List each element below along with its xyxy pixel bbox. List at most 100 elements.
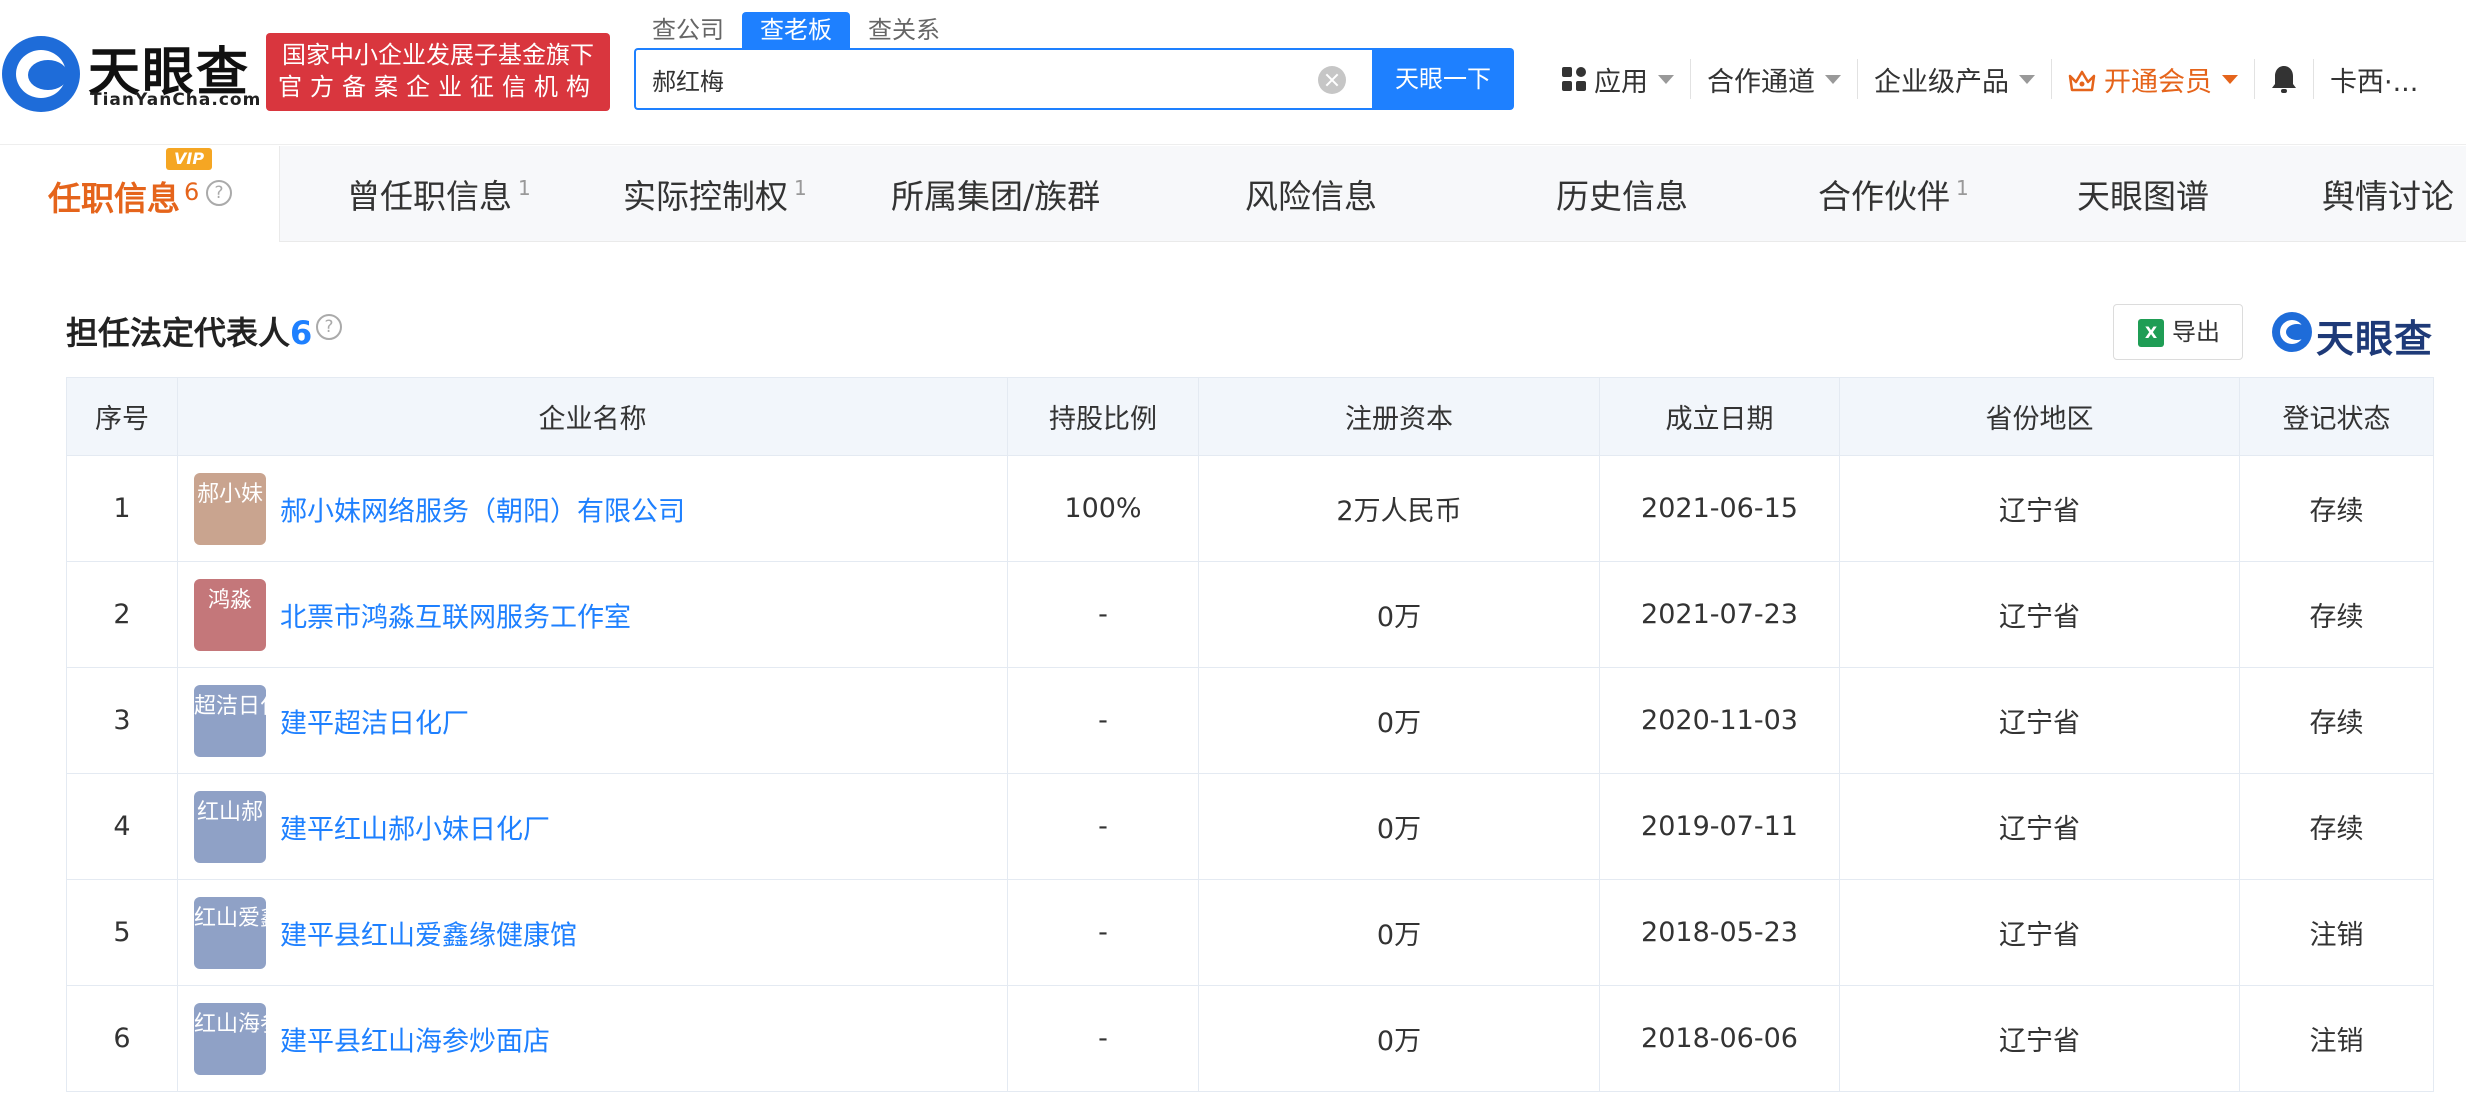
nav-user[interactable]: 卡西·... bbox=[2313, 59, 2434, 99]
share-ratio: - bbox=[1007, 667, 1199, 774]
tab-risk-info[interactable]: 风险信息 bbox=[1245, 170, 1377, 218]
col-header-company: 企业名称 bbox=[177, 377, 1008, 456]
company-logo-icon[interactable]: 超洁日化 bbox=[194, 684, 266, 757]
company-name-link[interactable]: 建平红山郝小妹日化厂 bbox=[280, 814, 550, 845]
company-name-link[interactable]: 建平县红山爱鑫缘健康馆 bbox=[280, 920, 577, 951]
tab-public-opinion[interactable]: 舆情讨论 bbox=[2322, 170, 2454, 218]
establish-date: 2021-06-15 bbox=[1599, 455, 1840, 562]
brand-mini-text: 天眼查 bbox=[2316, 317, 2434, 361]
table-row: 6红山海参建平县红山海参炒面店-0万2018-06-06辽宁省注销 bbox=[66, 985, 2434, 1092]
registered-capital: 0万 bbox=[1198, 879, 1600, 986]
search-button[interactable]: 天眼一下 bbox=[1372, 48, 1514, 110]
row-number: 3 bbox=[66, 667, 178, 774]
company-logo-icon[interactable]: 郝小妹 bbox=[194, 472, 266, 545]
registration-status: 注销 bbox=[2239, 985, 2434, 1092]
tab-label: 天眼图谱 bbox=[2077, 177, 2209, 216]
table-row: 2 鸿淼北票市鸿淼互联网服务工作室 -0万 2021-07-23 辽宁省 存续 bbox=[66, 561, 2434, 668]
registered-capital: 0万 bbox=[1198, 667, 1600, 774]
share-ratio: - bbox=[1007, 561, 1199, 668]
government-badge: 国家中小企业发展子基金旗下 官方备案企业征信机构 bbox=[266, 33, 610, 111]
tianyancha-eye-icon bbox=[2272, 312, 2312, 352]
province-region: 辽宁省 bbox=[1839, 879, 2240, 986]
province-region: 辽宁省 bbox=[1839, 455, 2240, 562]
tianyancha-eye-icon bbox=[2, 36, 80, 112]
registration-status: 存续 bbox=[2239, 561, 2434, 668]
nav-cooperation[interactable]: 合作通道 bbox=[1690, 59, 1857, 99]
nav-apps[interactable]: 应用 bbox=[1546, 59, 1690, 99]
nav-enterprise-label: 企业级产品 bbox=[1874, 66, 2009, 98]
tab-history-info[interactable]: 历史信息 bbox=[1556, 170, 1688, 218]
establish-date: 2018-05-23 bbox=[1599, 879, 1840, 986]
nav-cooperation-label: 合作通道 bbox=[1707, 66, 1815, 98]
col-header-capital: 注册资本 bbox=[1198, 377, 1600, 456]
help-icon[interactable]: ? bbox=[316, 314, 342, 340]
section-title-text: 担任法定代表人 bbox=[66, 314, 291, 352]
company-logo-icon[interactable]: 鸿淼 bbox=[194, 578, 266, 651]
col-header-no: 序号 bbox=[66, 377, 178, 456]
tab-count: 1 bbox=[518, 176, 531, 200]
company-logo-icon[interactable]: 红山海参 bbox=[194, 1002, 266, 1075]
nav-enterprise-products[interactable]: 企业级产品 bbox=[1857, 59, 2051, 99]
company-logo-icon[interactable]: 红山爱鑫 bbox=[194, 896, 266, 969]
registered-capital: 0万 bbox=[1198, 985, 1600, 1092]
tab-count: 1 bbox=[1956, 176, 1969, 200]
export-label: 导出 bbox=[2172, 318, 2220, 346]
company-name-link[interactable]: 郝小妹网络服务（朝阳）有限公司 bbox=[280, 496, 685, 527]
company-cell: 鸿淼北票市鸿淼互联网服务工作室 bbox=[177, 561, 1008, 668]
tab-graph[interactable]: 天眼图谱 bbox=[2077, 170, 2209, 218]
company-cell: 超洁日化建平超洁日化厂 bbox=[177, 667, 1008, 774]
excel-icon: X bbox=[2138, 319, 2164, 347]
share-ratio: - bbox=[1007, 773, 1199, 880]
company-cell: 红山爱鑫建平县红山爱鑫缘健康馆 bbox=[177, 879, 1008, 986]
registration-status: 注销 bbox=[2239, 879, 2434, 986]
search-tab-relation[interactable]: 查关系 bbox=[850, 12, 958, 48]
col-header-share: 持股比例 bbox=[1007, 377, 1199, 456]
company-name-link[interactable]: 建平县红山海参炒面店 bbox=[280, 1026, 550, 1057]
tab-label: 所属集团/族群 bbox=[891, 177, 1101, 216]
share-ratio: 100% bbox=[1007, 455, 1199, 562]
company-logo-icon[interactable]: 红山郝 bbox=[194, 790, 266, 863]
nav-apps-label: 应用 bbox=[1594, 66, 1648, 98]
company-cell: 郝小妹郝小妹网络服务（朝阳）有限公司 bbox=[177, 455, 1008, 562]
row-number: 6 bbox=[66, 985, 178, 1092]
chevron-down-icon bbox=[1658, 74, 1674, 84]
vip-tag: VIP bbox=[166, 148, 213, 170]
section-title: 担任法定代表人6 bbox=[66, 308, 312, 354]
nav-vip-label: 开通会员 bbox=[2104, 66, 2212, 98]
share-ratio: - bbox=[1007, 985, 1199, 1092]
nav-notifications[interactable] bbox=[2254, 59, 2313, 99]
search-input[interactable] bbox=[652, 50, 1292, 108]
section-count: 6 bbox=[290, 314, 313, 352]
registered-capital: 0万 bbox=[1198, 561, 1600, 668]
tab-employment-info[interactable]: VIP 任职信息 6 ? bbox=[0, 146, 280, 242]
search-tab-company[interactable]: 查公司 bbox=[634, 12, 742, 48]
tab-label: 实际控制权 bbox=[623, 177, 788, 216]
province-region: 辽宁省 bbox=[1839, 667, 2240, 774]
table-body: 1 郝小妹郝小妹网络服务（朝阳）有限公司 100% 2万人民币 2021-06-15 辽宁… bbox=[66, 455, 2434, 1092]
chevron-down-icon bbox=[1825, 74, 1841, 84]
col-header-date: 成立日期 bbox=[1599, 377, 1840, 456]
tab-group[interactable]: 所属集团/族群 bbox=[891, 170, 1100, 218]
search-type-tabs: 查公司 查老板 查关系 bbox=[634, 12, 958, 48]
establish-date: 2020-11-03 bbox=[1599, 667, 1840, 774]
row-number: 5 bbox=[66, 879, 178, 986]
tianyancha-logo[interactable]: 天眼查 TianYanCha.com bbox=[0, 30, 260, 120]
tab-past-employment[interactable]: 曾任职信息 1 bbox=[347, 170, 531, 218]
company-name-link[interactable]: 北票市鸿淼互联网服务工作室 bbox=[280, 602, 631, 633]
registration-status: 存续 bbox=[2239, 773, 2434, 880]
clear-icon[interactable] bbox=[1318, 66, 1346, 94]
gov-badge-line2: 官方备案企业征信机构 bbox=[278, 73, 598, 101]
company-name-link[interactable]: 建平超洁日化厂 bbox=[280, 708, 469, 739]
establish-date: 2019-07-11 bbox=[1599, 773, 1840, 880]
establish-date: 2018-06-06 bbox=[1599, 985, 1840, 1092]
tab-actual-control[interactable]: 实际控制权 1 bbox=[623, 170, 807, 218]
col-header-status: 登记状态 bbox=[2239, 377, 2434, 456]
export-button[interactable]: X 导出 bbox=[2113, 304, 2243, 360]
tab-partners[interactable]: 合作伙伴 1 bbox=[1818, 170, 1969, 218]
table-row: 3超洁日化建平超洁日化厂-0万2020-11-03辽宁省存续 bbox=[66, 667, 2434, 774]
search-tab-boss[interactable]: 查老板 bbox=[742, 12, 850, 48]
help-icon[interactable]: ? bbox=[206, 180, 232, 206]
nav-vip[interactable]: 开通会员 bbox=[2051, 59, 2254, 99]
tab-label: 合作伙伴 bbox=[1818, 177, 1950, 216]
table-row: 1 郝小妹郝小妹网络服务（朝阳）有限公司 100% 2万人民币 2021-06-15 辽宁… bbox=[66, 455, 2434, 562]
